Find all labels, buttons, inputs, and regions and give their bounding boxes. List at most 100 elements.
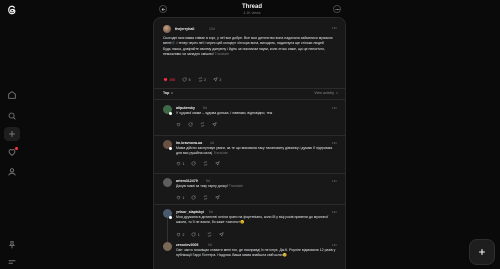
search-icon [8,112,16,120]
heart-icon [176,196,181,200]
reply-actions: 1 [176,195,221,200]
repost-icon [207,232,212,237]
translate-link[interactable]: Translate [229,184,243,188]
main-post: thejerryhall 10d ••• Сьогодні моя мама с… [154,18,345,88]
like-count: 1 [182,195,185,200]
reply-time: 4d [210,141,214,145]
repost-icon [204,195,208,200]
comment-icon [182,77,187,82]
reply-username[interactable]: yelsor_slaptskyi [176,210,204,214]
repost-icon [198,77,202,82]
share-button[interactable] [212,122,217,127]
comment-button[interactable] [191,195,196,200]
like-button[interactable]: 2 [176,232,184,237]
post-time: 10d [209,27,215,31]
pin-nav-button[interactable] [4,238,20,252]
heart-icon [176,162,181,166]
reply-item: artem312479 8d ••• Дякую мамі за таку га… [154,175,345,205]
avatar[interactable] [163,242,172,251]
view-activity-link[interactable]: View activity [314,91,339,95]
page-title: Thread [241,4,262,10]
like-count: 1 [182,161,185,166]
reply-text: Мама дійсно заслуговує уваги, за те що в… [176,146,333,155]
create-nav-button[interactable] [4,127,20,141]
divider [154,204,345,205]
like-button[interactable]: 1 [176,161,184,166]
reply-actions [176,122,217,127]
share-button[interactable] [215,195,221,200]
repost-button[interactable] [203,195,208,200]
back-button[interactable] [159,5,167,13]
like-button[interactable]: 398 [163,77,175,82]
verified-badge-icon [169,112,172,115]
repost-button[interactable] [207,232,212,237]
new-thread-button[interactable] [469,239,495,265]
repost-button[interactable] [200,122,205,127]
threads-logo-icon[interactable] [6,4,18,16]
thread-panel: thejerryhall 10d ••• Сьогодні моя мама с… [153,17,346,269]
translate-link[interactable]: Translate [215,52,229,56]
reply-text: Моя дружина в дитинстві хотіла грати на … [176,215,329,224]
reply-more-button[interactable]: ••• [332,105,337,110]
reply-time: 8d [206,179,210,183]
menu-nav-button[interactable] [4,255,20,269]
left-nav-rail [0,0,24,269]
reply-more-button[interactable]: ••• [332,242,337,247]
repost-icon [200,122,205,127]
more-icon [335,8,339,10]
comment-icon [192,161,196,166]
avatar[interactable] [163,25,171,33]
translate-link[interactable]: Translate [213,151,227,155]
reply-username[interactable]: allputersky [176,106,195,110]
reply-time: 8d [203,106,207,110]
reply-username[interactable]: lm.kravnova.ua [176,141,202,145]
repost-icon [204,161,208,166]
plus-icon [9,131,15,137]
post-paragraph: Сьогодні моя мама співає в хорі, у неї в… [163,36,333,45]
home-icon [8,91,16,99]
activity-nav-button[interactable] [4,145,20,159]
repost-button[interactable] [203,161,208,166]
chevron-down-icon [171,92,174,94]
comment-button[interactable]: 5 [182,77,191,82]
menu-icon [8,260,16,264]
comment-button[interactable] [188,122,193,127]
share-button[interactable]: 2 [212,77,221,82]
verified-badge-icon [169,147,172,150]
post-body: Сьогодні моя мама співає в хорі, у неї в… [163,36,339,59]
share-icon [218,232,224,237]
reply-more-button[interactable]: ••• [332,178,337,183]
post-more-button[interactable]: ••• [332,25,337,30]
post-username[interactable]: thejerryhall [175,27,194,31]
profile-icon [8,168,16,176]
share-button[interactable] [215,161,221,166]
share-button[interactable] [218,232,224,237]
thread-options-button[interactable] [333,5,341,13]
thread-header: Thread 4.1K views [158,0,346,17]
heart-icon [176,123,181,127]
reply-item: yelsor_slaptskyi 5d ••• Моя дружина в ди… [154,206,345,242]
reply-item: zeroclev2005 5d ••• Світ часто посміщає … [154,241,345,269]
comment-count: 5 [188,77,191,82]
plus-icon [479,249,485,255]
search-nav-button[interactable] [4,109,20,123]
profile-nav-button[interactable] [4,165,20,179]
sort-dropdown[interactable]: Top [163,91,174,95]
share-icon [215,195,221,200]
reply-text: У чудової мами – чудова донька. І навпак… [176,111,273,115]
reply-more-button[interactable]: ••• [332,140,337,145]
like-button[interactable]: 1 [176,195,184,200]
comment-button[interactable] [191,161,196,166]
like-button[interactable] [176,122,181,127]
reply-time: 5d [209,210,213,214]
comment-button[interactable]: 1 [191,232,200,237]
home-nav-button[interactable] [4,88,20,102]
reply-more-button[interactable]: ••• [332,209,337,214]
like-count: 398 [169,77,176,82]
verified-badge-icon [169,216,172,219]
repost-button[interactable]: 2 [198,77,206,82]
post-paragraph: Будь ласка, довіряйте своєму джерелу і й… [163,47,326,57]
reply-username[interactable]: artem312479 [176,179,198,183]
reply-username[interactable]: zeroclev2005 [176,243,198,247]
avatar[interactable] [163,178,172,187]
